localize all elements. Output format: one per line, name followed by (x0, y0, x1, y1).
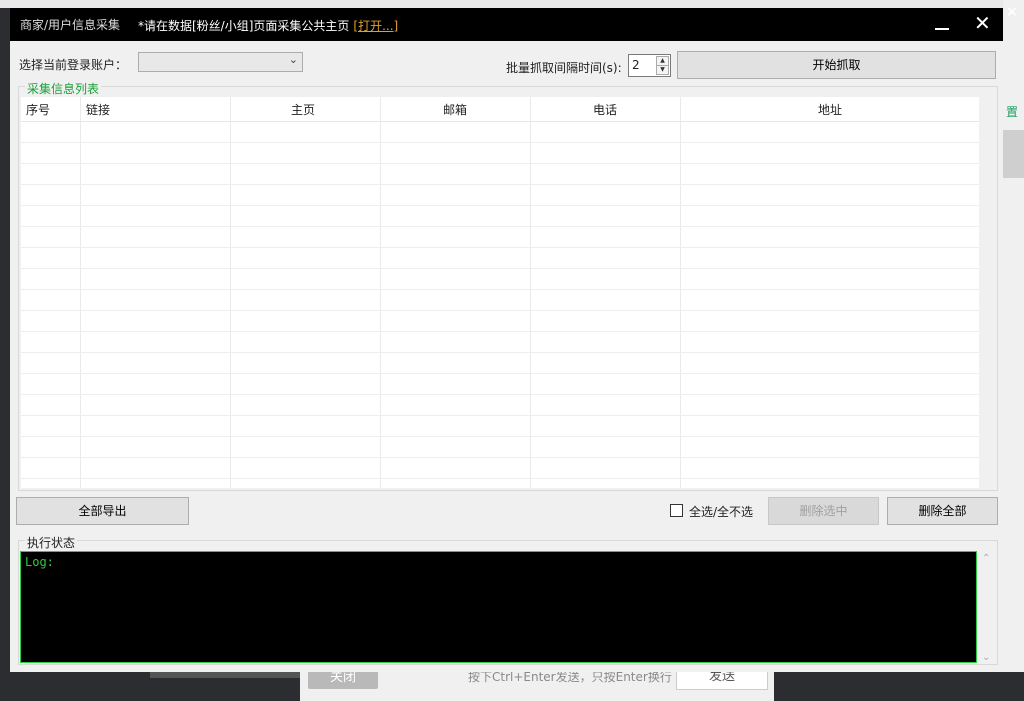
table-scrollbar[interactable] (981, 97, 995, 488)
close-icon[interactable]: ✕ (974, 11, 991, 35)
collected-info-table[interactable]: 序号 链接 主页 邮箱 电话 地址 (21, 97, 979, 488)
account-select[interactable]: ⌄ (138, 52, 303, 72)
background-close-icon[interactable]: × (1006, 4, 1018, 20)
row-divider (21, 142, 979, 143)
title-bar[interactable]: 商家/用户信息采集 *请在数据[粉丝/小组]页面采集公共主页 [打开...] ✕ (10, 8, 1003, 41)
row-divider (21, 184, 979, 185)
window-title: 商家/用户信息采集 (20, 18, 121, 32)
column-divider (230, 97, 231, 488)
col-header-link[interactable]: 链接 (86, 101, 110, 118)
notice-message: *请在数据[粉丝/小组]页面采集公共主页 (138, 19, 350, 33)
chevron-down-icon: ⌄ (288, 53, 298, 66)
table-header: 序号 链接 主页 邮箱 电话 地址 (21, 97, 979, 122)
log-console[interactable]: Log: (20, 551, 977, 663)
collected-info-title: 采集信息列表 (25, 80, 102, 97)
collection-dialog: 商家/用户信息采集 *请在数据[粉丝/小组]页面采集公共主页 [打开...] ✕ … (10, 8, 1003, 672)
open-link[interactable]: [打开...] (353, 19, 398, 33)
account-label: 选择当前登录账户： (19, 58, 128, 72)
column-divider (80, 97, 81, 488)
background-app-bottom: 关闭 按下Ctrl+Enter发送，只按Enter换行 发送 (0, 664, 1024, 701)
row-divider (21, 373, 979, 374)
execution-status-title: 执行状态 (25, 534, 78, 551)
delete-all-button[interactable]: 删除全部 (887, 497, 998, 525)
row-divider (21, 289, 979, 290)
select-all-checkbox[interactable] (670, 504, 683, 517)
column-divider (530, 97, 531, 488)
interval-label: 批量抓取间隔时间(s): (506, 61, 622, 75)
row-divider (21, 163, 979, 164)
row-divider (21, 310, 979, 311)
interval-spinner[interactable]: 2 ▲ ▼ (628, 54, 671, 77)
background-divider (150, 672, 300, 678)
column-divider (680, 97, 681, 488)
export-all-button[interactable]: 全部导出 (16, 497, 189, 525)
col-header-phone[interactable]: 电话 (593, 101, 617, 118)
col-header-index[interactable]: 序号 (26, 101, 50, 118)
col-header-homepage[interactable]: 主页 (291, 101, 315, 118)
row-divider (21, 394, 979, 395)
row-divider (21, 436, 979, 437)
col-header-email[interactable]: 邮箱 (443, 101, 467, 118)
scroll-up-icon[interactable]: ⌃ (982, 553, 990, 564)
log-scrollbar[interactable]: ⌃ ⌄ (979, 551, 995, 663)
row-divider (21, 352, 979, 353)
background-side-label: 置 (1006, 105, 1019, 119)
background-app-right-panel: × 置 (1003, 0, 1024, 701)
scroll-down-icon[interactable]: ⌄ (982, 652, 990, 663)
background-side-strip (1003, 130, 1024, 178)
row-divider (21, 268, 979, 269)
row-divider (21, 415, 979, 416)
background-app-top (0, 0, 1024, 8)
execution-status-group: 执行状态 Log: ⌃ ⌄ (18, 534, 998, 665)
notice-text: *请在数据[粉丝/小组]页面采集公共主页 [打开...] (138, 17, 398, 34)
column-divider (380, 97, 381, 488)
row-divider (21, 205, 979, 206)
collected-info-group: 采集信息列表 序号 链接 主页 邮箱 电话 地址 (18, 80, 998, 491)
row-divider (21, 478, 979, 479)
start-crawl-button[interactable]: 开始抓取 (677, 51, 996, 79)
row-divider (21, 226, 979, 227)
row-divider (21, 247, 979, 248)
col-header-address[interactable]: 地址 (818, 101, 842, 118)
row-divider (21, 457, 979, 458)
row-divider (21, 331, 979, 332)
delete-selected-button[interactable]: 删除选中 (768, 497, 879, 525)
select-all-label[interactable]: 全选/全不选 (689, 503, 753, 520)
interval-value[interactable]: 2 (632, 58, 640, 72)
minimize-icon[interactable] (935, 14, 951, 32)
spinner-down-icon[interactable]: ▼ (656, 65, 669, 75)
